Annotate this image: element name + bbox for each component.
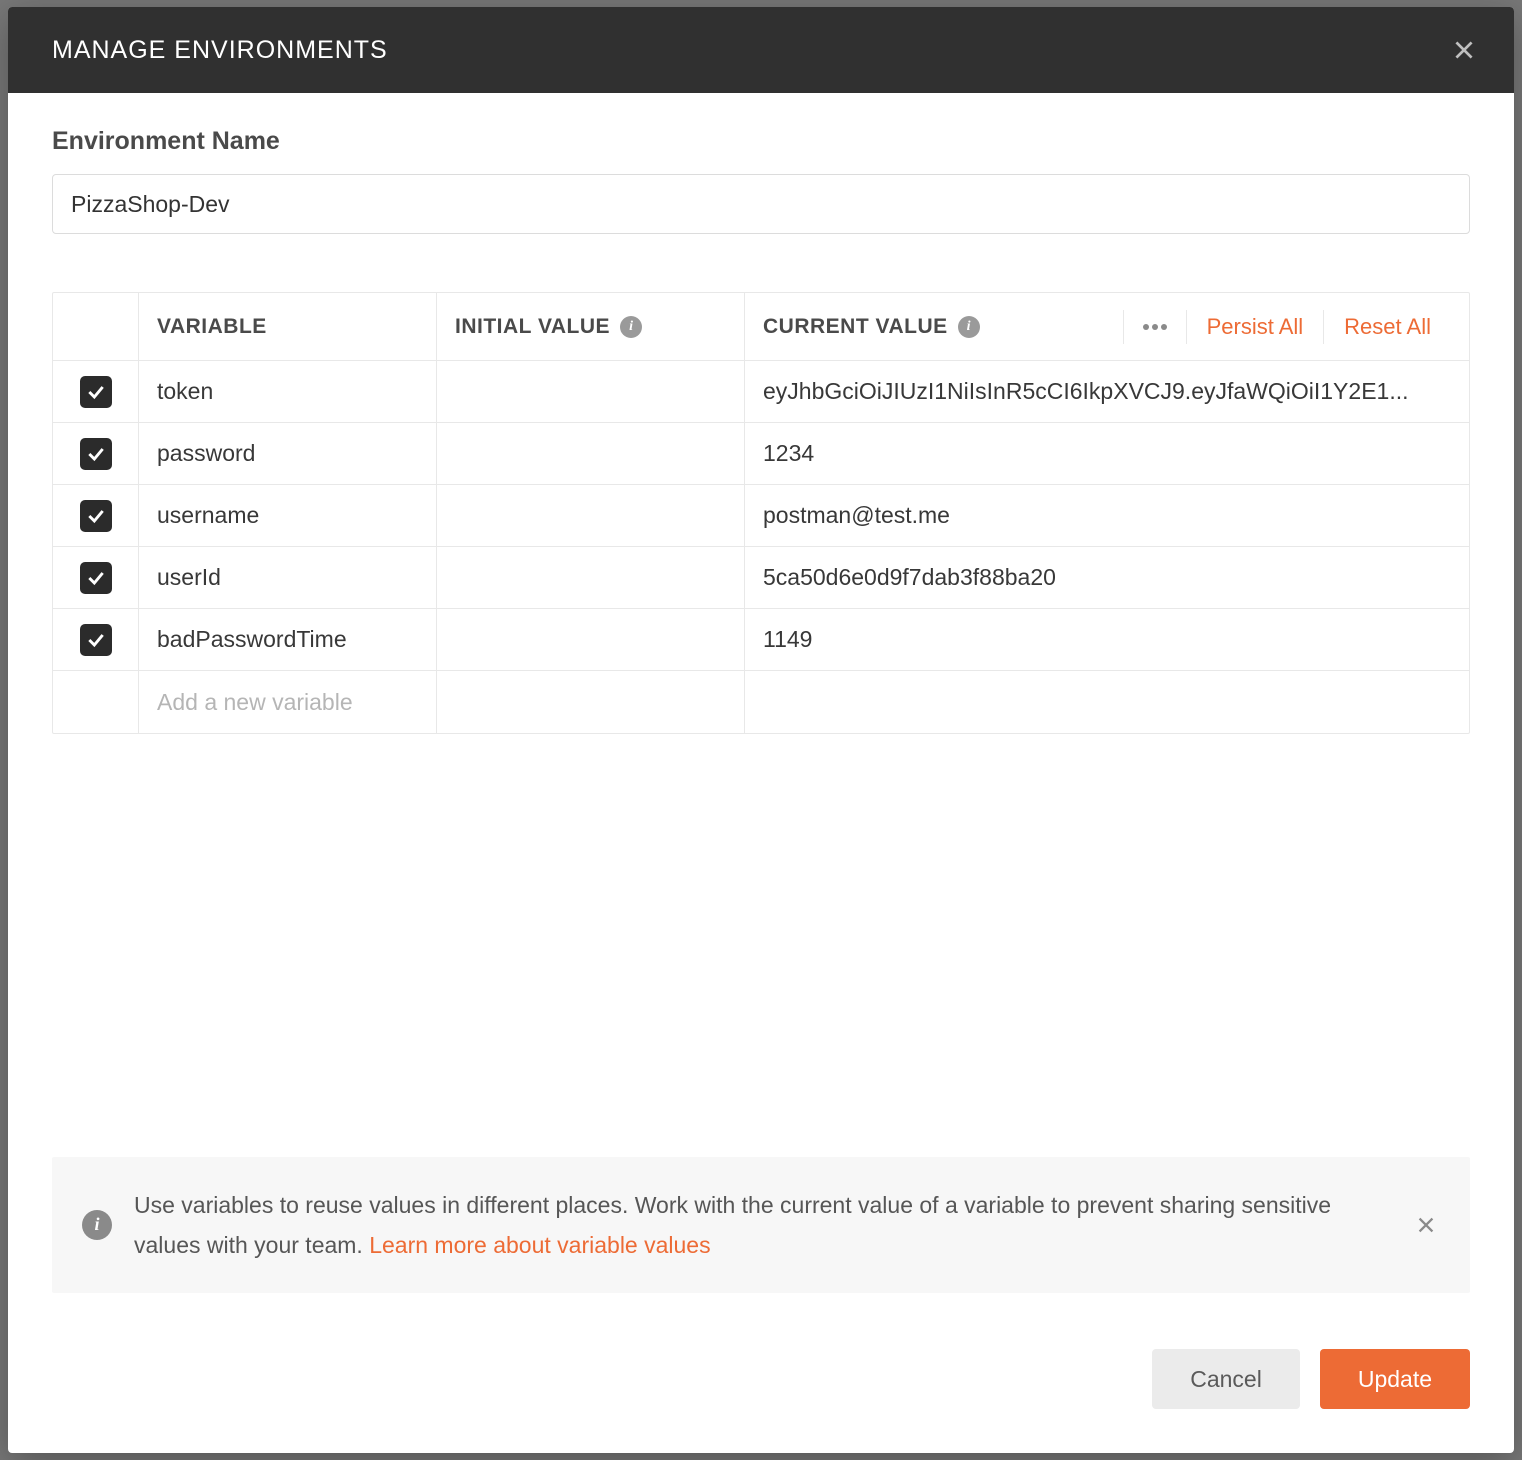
more-icon [1142, 323, 1168, 331]
header-initial-label: INITIAL VALUE [455, 315, 610, 339]
variable-name[interactable]: token [157, 378, 213, 405]
variables-table: VARIABLE INITIAL VALUE i CURRENT VALUE i [52, 292, 1470, 734]
table-row: badPasswordTime 1149 [53, 609, 1469, 671]
close-icon [1415, 1214, 1437, 1236]
header-actions: Persist All Reset All [1123, 310, 1469, 344]
new-current-cell[interactable] [745, 671, 1469, 733]
reset-all-button[interactable]: Reset All [1323, 310, 1451, 344]
table-row: username postman@test.me [53, 485, 1469, 547]
header-variable-label: VARIABLE [157, 315, 267, 339]
check-icon [86, 506, 106, 526]
header-variable: VARIABLE [139, 293, 437, 360]
row-checkbox[interactable] [80, 376, 112, 408]
table-row: token eyJhbGciOiJIUzI1NiIsInR5cCI6IkpXVC… [53, 361, 1469, 423]
table-row: userId 5ca50d6e0d9f7dab3f88ba20 [53, 547, 1469, 609]
close-icon [1451, 37, 1477, 63]
modal-body: Environment Name VARIABLE INITIAL VALUE … [8, 93, 1514, 1157]
notice-close-button[interactable] [1412, 1211, 1440, 1239]
table-row: password 1234 [53, 423, 1469, 485]
info-notice: i Use variables to reuse values in diffe… [52, 1157, 1470, 1294]
notice-text: Use variables to reuse values in differe… [134, 1185, 1390, 1266]
check-icon [86, 630, 106, 650]
current-value[interactable]: postman@test.me [763, 502, 950, 529]
cancel-button[interactable]: Cancel [1152, 1349, 1300, 1409]
modal-footer: Cancel Update [8, 1293, 1514, 1453]
check-icon [86, 568, 106, 588]
variable-name[interactable]: userId [157, 564, 221, 591]
modal-title: MANAGE ENVIRONMENTS [52, 36, 388, 65]
notice-body: Use variables to reuse values in differe… [134, 1192, 1331, 1258]
new-initial-cell[interactable] [437, 671, 745, 733]
variable-name[interactable]: badPasswordTime [157, 626, 347, 653]
row-checkbox[interactable] [80, 438, 112, 470]
header-initial-value: INITIAL VALUE i [437, 293, 745, 360]
learn-more-link[interactable]: Learn more about variable values [369, 1232, 710, 1258]
persist-all-button[interactable]: Persist All [1187, 310, 1324, 344]
info-icon: i [82, 1210, 112, 1240]
current-value[interactable]: 5ca50d6e0d9f7dab3f88ba20 [763, 564, 1056, 591]
environment-name-input[interactable] [52, 174, 1470, 234]
update-button[interactable]: Update [1320, 1349, 1470, 1409]
info-icon[interactable]: i [958, 316, 980, 338]
row-checkbox[interactable] [80, 500, 112, 532]
header-checkbox-col [53, 293, 139, 360]
variable-name[interactable]: password [157, 440, 255, 467]
environment-name-label: Environment Name [52, 127, 1470, 156]
row-checkbox[interactable] [80, 562, 112, 594]
current-value[interactable]: eyJhbGciOiJIUzI1NiIsInR5cCI6IkpXVCJ9.eyJ… [763, 378, 1409, 405]
more-button[interactable] [1123, 310, 1187, 344]
row-checkbox[interactable] [80, 624, 112, 656]
header-current-label: CURRENT VALUE [763, 315, 948, 339]
manage-environments-modal: MANAGE ENVIRONMENTS Environment Name VAR… [8, 7, 1514, 1453]
check-icon [86, 444, 106, 464]
current-value[interactable]: 1234 [763, 440, 814, 467]
title-bar: MANAGE ENVIRONMENTS [8, 7, 1514, 93]
current-value[interactable]: 1149 [763, 626, 812, 653]
close-button[interactable] [1450, 36, 1478, 64]
table-row-new: Add a new variable [53, 671, 1469, 733]
new-variable-placeholder[interactable]: Add a new variable [157, 689, 353, 716]
variable-name[interactable]: username [157, 502, 259, 529]
table-header: VARIABLE INITIAL VALUE i CURRENT VALUE i [53, 293, 1469, 361]
header-current-wrap: CURRENT VALUE i Persist All Reset All [745, 293, 1469, 360]
info-icon[interactable]: i [620, 316, 642, 338]
check-icon [86, 382, 106, 402]
